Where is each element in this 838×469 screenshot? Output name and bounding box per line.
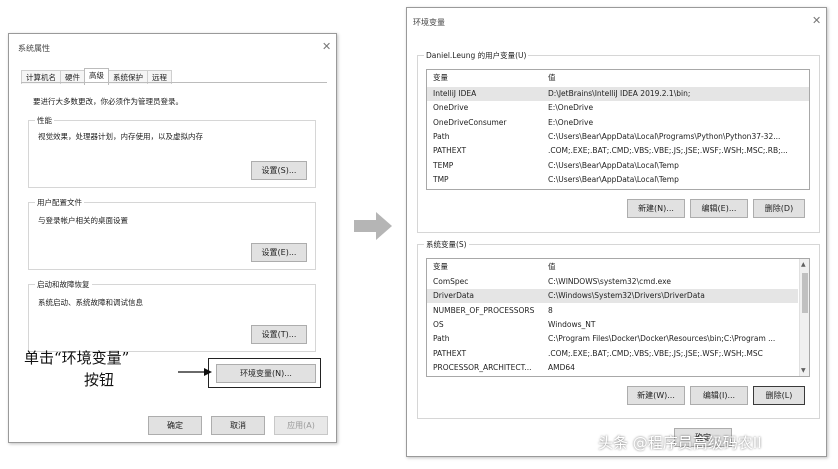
list-item[interactable]: Path C:\Users\Bear\AppData\Local\Programs… [427, 130, 809, 144]
list-header: 变量 值 [427, 71, 809, 85]
startup-recovery-settings-button[interactable]: 设置(T)... [251, 325, 307, 344]
close-icon[interactable]: ✕ [322, 41, 331, 52]
variable-value: C:\Users\Bear\AppData\Local\Temp [548, 174, 679, 184]
variable-value: C:\Program Files\Docker\Docker\Resources… [548, 334, 776, 344]
annotation-line-1: 单击“环境变量” [24, 349, 130, 367]
apply-button[interactable]: 应用(A) [274, 416, 328, 435]
user-new-button[interactable]: 新建(N)... [627, 199, 685, 218]
variable-value: .COM;.EXE;.BAT;.CMD;.VBS;.VBE;.JS;.JSE;.… [548, 348, 763, 358]
list-item[interactable]: ComSpec C:\WINDOWS\system32\cmd.exe [427, 275, 798, 289]
variable-value: 8 [548, 305, 553, 315]
variable-value: C:\Users\Bear\AppData\Local\Temp [548, 160, 679, 170]
user-edit-button[interactable]: 编辑(E)... [690, 199, 748, 218]
list-item[interactable]: PATHEXT .COM;.EXE;.BAT;.CMD;.VBS;.VBE;.JS… [427, 144, 809, 158]
variable-name: OS [433, 319, 444, 329]
system-list-scrollbar[interactable]: ▲ ▼ [799, 259, 809, 376]
variable-name: OneDriveConsumer [433, 117, 507, 127]
column-header-variable[interactable]: 变量 [433, 260, 448, 274]
variable-name: Path [433, 334, 450, 344]
column-header-value[interactable]: 值 [548, 71, 556, 85]
variable-value: Windows_NT [548, 319, 596, 329]
user-variables-list[interactable]: 变量 值 IntelliJ IDEA D:\JetBrains\IntelliJ … [426, 69, 810, 190]
variable-name: NUMBER_OF_PROCESSORS [433, 305, 535, 315]
system-variables-group: 系统变量(S) 变量 值 ComSpec C:\WINDOWS\system32\… [417, 239, 820, 419]
list-item[interactable]: OneDriveConsumer E:\OneDrive [427, 116, 809, 130]
system-delete-button[interactable]: 删除(L) [753, 386, 805, 405]
scroll-down-icon[interactable]: ▼ [801, 367, 806, 374]
ok-button[interactable]: 确定 [148, 416, 202, 435]
highlight-box [208, 358, 321, 388]
list-header: 变量 值 [427, 260, 809, 274]
variable-value: E:\OneDrive [548, 103, 594, 113]
column-header-variable[interactable]: 变量 [433, 71, 448, 85]
variable-name: PATHEXT [433, 348, 467, 358]
system-new-button[interactable]: 新建(W)... [627, 386, 685, 405]
system-variables-title: 系统变量(S) [424, 239, 469, 250]
performance-settings-button[interactable]: 设置(S)... [251, 161, 307, 180]
startup-recovery-desc: 系统启动、系统故障和调试信息 [38, 298, 143, 307]
close-icon[interactable]: ✕ [812, 15, 821, 26]
variable-value: AMD64 [548, 362, 575, 372]
user-variables-title: Daniel.Leung 的用户变量(U) [424, 50, 529, 61]
user-profiles-desc: 与登录帐户相关的桌面设置 [38, 216, 128, 225]
transition-arrow-icon [354, 212, 392, 240]
variable-name: TEMP [433, 160, 454, 170]
scroll-up-icon[interactable]: ▲ [801, 261, 806, 268]
system-variables-list[interactable]: 变量 值 ComSpec C:\WINDOWS\system32\cmd.exe D… [426, 258, 810, 377]
variable-name: OneDrive [433, 103, 469, 113]
variable-name: IntelliJ IDEA [433, 89, 477, 98]
scrollbar-thumb[interactable] [802, 273, 808, 313]
variable-name: PROCESSOR_ARCHITECT... [433, 362, 532, 372]
variable-name: ComSpec [433, 277, 469, 286]
list-item[interactable]: NUMBER_OF_PROCESSORS 8 [427, 304, 798, 318]
list-item[interactable]: DriverData C:\Windows\System32\Drivers\Dr… [427, 289, 798, 304]
window-title: 系统属性 [18, 44, 50, 53]
tab-panel-border [21, 82, 327, 83]
variable-value: C:\Windows\System32\Drivers\DriverData [548, 291, 705, 301]
watermark: 头条 @程序员高级码农II [598, 434, 762, 452]
user-profiles-group: 用户配置文件 与登录帐户相关的桌面设置 设置(E)... [28, 197, 316, 270]
list-item[interactable]: Path C:\Program Files\Docker\Docker\Resou… [427, 332, 798, 346]
annotation-arrow-icon [178, 368, 212, 376]
admin-note: 要进行大多数更改，你必须作为管理员登录。 [33, 97, 183, 106]
annotation-line-2: 按钮 [84, 371, 115, 389]
variable-value: C:\Users\Bear\AppData\Local\Programs\Pyt… [548, 131, 781, 141]
user-delete-button[interactable]: 删除(D) [753, 199, 805, 218]
performance-desc: 视觉效果，处理器计划，内存使用，以及虚拟内存 [38, 132, 203, 141]
variable-value: E:\OneDrive [548, 117, 594, 127]
startup-recovery-title: 启动和故障恢复 [35, 279, 92, 290]
column-header-value[interactable]: 值 [548, 260, 556, 274]
user-variables-group: Daniel.Leung 的用户变量(U) 变量 值 IntelliJ IDEA… [417, 50, 820, 233]
cancel-button[interactable]: 取消 [211, 416, 265, 435]
list-item[interactable]: PATHEXT .COM;.EXE;.BAT;.CMD;.VBS;.VBE;.JS… [427, 347, 798, 361]
list-item[interactable]: TEMP C:\Users\Bear\AppData\Local\Temp [427, 159, 809, 173]
variable-name: PATHEXT [433, 146, 467, 156]
list-item[interactable]: TMP C:\Users\Bear\AppData\Local\Temp [427, 173, 809, 187]
startup-recovery-group: 启动和故障恢复 系统启动、系统故障和调试信息 设置(T)... [28, 279, 316, 352]
environment-variables-window: 环境变量 ✕ Daniel.Leung 的用户变量(U) 变量 值 Intell… [406, 7, 827, 457]
user-profiles-title: 用户配置文件 [35, 197, 84, 208]
variable-name: Path [433, 131, 450, 141]
window-title: 环境变量 [413, 18, 445, 27]
list-item[interactable]: PROCESSOR_ARCHITECT... AMD64 [427, 361, 798, 375]
variable-name: TMP [433, 174, 449, 184]
variable-value: .COM;.EXE;.BAT;.CMD;.VBS;.VBE;.JS;.JSE;.… [548, 146, 788, 156]
list-item[interactable]: OS Windows_NT [427, 318, 798, 332]
variable-value: C:\WINDOWS\system32\cmd.exe [548, 277, 671, 286]
list-item[interactable]: IntelliJ IDEA D:\JetBrains\IntelliJ IDEA … [427, 87, 809, 101]
system-edit-button[interactable]: 编辑(I)... [690, 386, 748, 405]
list-item[interactable]: OneDrive E:\OneDrive [427, 101, 809, 115]
variable-name: DriverData [433, 291, 474, 301]
performance-title: 性能 [35, 115, 54, 126]
user-profiles-settings-button[interactable]: 设置(E)... [251, 243, 307, 262]
variable-value: D:\JetBrains\IntelliJ IDEA 2019.2.1\bin; [548, 89, 691, 98]
performance-group: 性能 视觉效果，处理器计划，内存使用，以及虚拟内存 设置(S)... [28, 115, 316, 188]
